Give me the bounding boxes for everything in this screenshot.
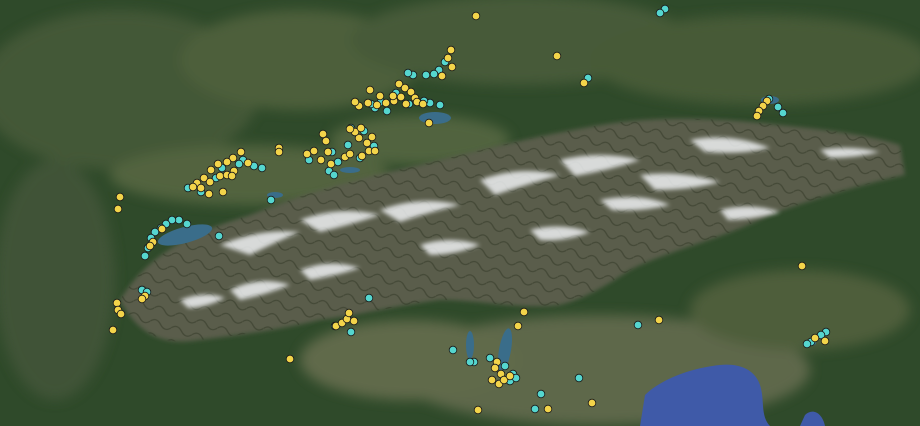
cyan-point-marker[interactable] <box>633 320 643 330</box>
yellow-point-marker[interactable] <box>471 11 481 21</box>
yellow-point-marker[interactable] <box>309 146 319 156</box>
yellow-point-marker[interactable] <box>797 261 807 271</box>
yellow-point-marker[interactable] <box>388 91 398 101</box>
satellite-map[interactable] <box>0 0 920 426</box>
yellow-point-marker[interactable] <box>323 147 333 157</box>
cyan-point-marker[interactable] <box>530 404 540 414</box>
cyan-point-marker[interactable] <box>214 231 224 241</box>
yellow-point-marker[interactable] <box>654 315 664 325</box>
yellow-point-marker[interactable] <box>365 85 375 95</box>
cyan-point-marker[interactable] <box>364 293 374 303</box>
cyan-point-marker[interactable] <box>435 100 445 110</box>
yellow-point-marker[interactable] <box>218 187 228 197</box>
yellow-point-marker[interactable] <box>401 99 411 109</box>
yellow-point-marker[interactable] <box>350 97 360 107</box>
yellow-point-marker[interactable] <box>587 398 597 408</box>
yellow-point-marker[interactable] <box>345 149 355 159</box>
yellow-point-marker[interactable] <box>326 159 336 169</box>
yellow-point-marker[interactable] <box>543 404 553 414</box>
yellow-point-marker[interactable] <box>447 62 457 72</box>
yellow-point-marker[interactable] <box>204 189 214 199</box>
cyan-point-marker[interactable] <box>182 219 192 229</box>
yellow-point-marker[interactable] <box>370 146 380 156</box>
yellow-point-marker[interactable] <box>490 363 500 373</box>
yellow-point-marker[interactable] <box>579 78 589 88</box>
cyan-point-marker[interactable] <box>266 195 276 205</box>
yellow-point-marker[interactable] <box>820 336 830 346</box>
cyan-point-marker[interactable] <box>329 170 339 180</box>
yellow-point-marker[interactable] <box>243 158 253 168</box>
yellow-point-marker[interactable] <box>213 159 223 169</box>
cyan-point-marker[interactable] <box>655 8 665 18</box>
yellow-point-marker[interactable] <box>227 171 237 181</box>
cyan-point-marker[interactable] <box>421 70 431 80</box>
cyan-point-marker[interactable] <box>257 163 267 173</box>
yellow-point-marker[interactable] <box>552 51 562 61</box>
cyan-point-marker[interactable] <box>465 357 475 367</box>
yellow-point-marker[interactable] <box>108 325 118 335</box>
yellow-point-marker[interactable] <box>196 183 206 193</box>
yellow-point-marker[interactable] <box>505 371 515 381</box>
cyan-point-marker[interactable] <box>382 106 392 116</box>
yellow-point-marker[interactable] <box>424 118 434 128</box>
cyan-point-marker[interactable] <box>140 251 150 261</box>
yellow-point-marker[interactable] <box>487 375 497 385</box>
yellow-point-marker[interactable] <box>316 155 326 165</box>
cyan-point-marker[interactable] <box>343 140 353 150</box>
cyan-point-marker[interactable] <box>536 389 546 399</box>
yellow-point-marker[interactable] <box>344 308 354 318</box>
yellow-point-marker[interactable] <box>222 157 232 167</box>
cyan-point-marker[interactable] <box>802 339 812 349</box>
map-canvas[interactable] <box>0 0 920 426</box>
yellow-point-marker[interactable] <box>215 171 225 181</box>
yellow-point-marker[interactable] <box>363 98 373 108</box>
yellow-point-marker[interactable] <box>274 147 284 157</box>
yellow-point-marker[interactable] <box>321 136 331 146</box>
cyan-point-marker[interactable] <box>773 102 783 112</box>
yellow-point-marker[interactable] <box>367 132 377 142</box>
cyan-point-marker[interactable] <box>500 361 510 371</box>
yellow-point-marker[interactable] <box>810 333 820 343</box>
yellow-point-marker[interactable] <box>145 241 155 251</box>
yellow-point-marker[interactable] <box>418 99 428 109</box>
yellow-point-marker[interactable] <box>446 45 456 55</box>
yellow-point-marker[interactable] <box>372 100 382 110</box>
yellow-point-marker[interactable] <box>437 71 447 81</box>
cyan-point-marker[interactable] <box>448 345 458 355</box>
yellow-point-marker[interactable] <box>137 294 147 304</box>
yellow-point-marker[interactable] <box>318 129 328 139</box>
cyan-point-marker[interactable] <box>485 353 495 363</box>
yellow-point-marker[interactable] <box>396 92 406 102</box>
cyan-point-marker[interactable] <box>429 69 439 79</box>
yellow-point-marker[interactable] <box>513 321 523 331</box>
yellow-point-marker[interactable] <box>302 149 312 159</box>
yellow-point-marker[interactable] <box>443 53 453 63</box>
yellow-point-marker[interactable] <box>157 224 167 234</box>
yellow-point-marker[interactable] <box>345 124 355 134</box>
cyan-point-marker[interactable] <box>346 327 356 337</box>
yellow-point-marker[interactable] <box>113 204 123 214</box>
yellow-point-marker[interactable] <box>285 354 295 364</box>
yellow-point-marker[interactable] <box>206 165 216 175</box>
yellow-point-marker[interactable] <box>188 182 198 192</box>
yellow-point-marker[interactable] <box>349 316 359 326</box>
cyan-point-marker[interactable] <box>234 159 244 169</box>
cyan-point-marker[interactable] <box>574 373 584 383</box>
cyan-point-marker[interactable] <box>333 157 343 167</box>
cyan-point-marker[interactable] <box>174 215 184 225</box>
yellow-point-marker[interactable] <box>236 147 246 157</box>
yellow-point-marker[interactable] <box>519 307 529 317</box>
cyan-point-marker[interactable] <box>403 68 413 78</box>
yellow-point-marker[interactable] <box>205 177 215 187</box>
yellow-point-marker[interactable] <box>357 151 367 161</box>
yellow-point-marker[interactable] <box>752 111 762 121</box>
yellow-point-marker[interactable] <box>356 123 366 133</box>
yellow-point-marker[interactable] <box>115 192 125 202</box>
yellow-point-marker[interactable] <box>381 98 391 108</box>
yellow-point-marker[interactable] <box>116 309 126 319</box>
yellow-point-marker[interactable] <box>473 405 483 415</box>
yellow-point-marker[interactable] <box>375 91 385 101</box>
yellow-point-marker[interactable] <box>112 298 122 308</box>
